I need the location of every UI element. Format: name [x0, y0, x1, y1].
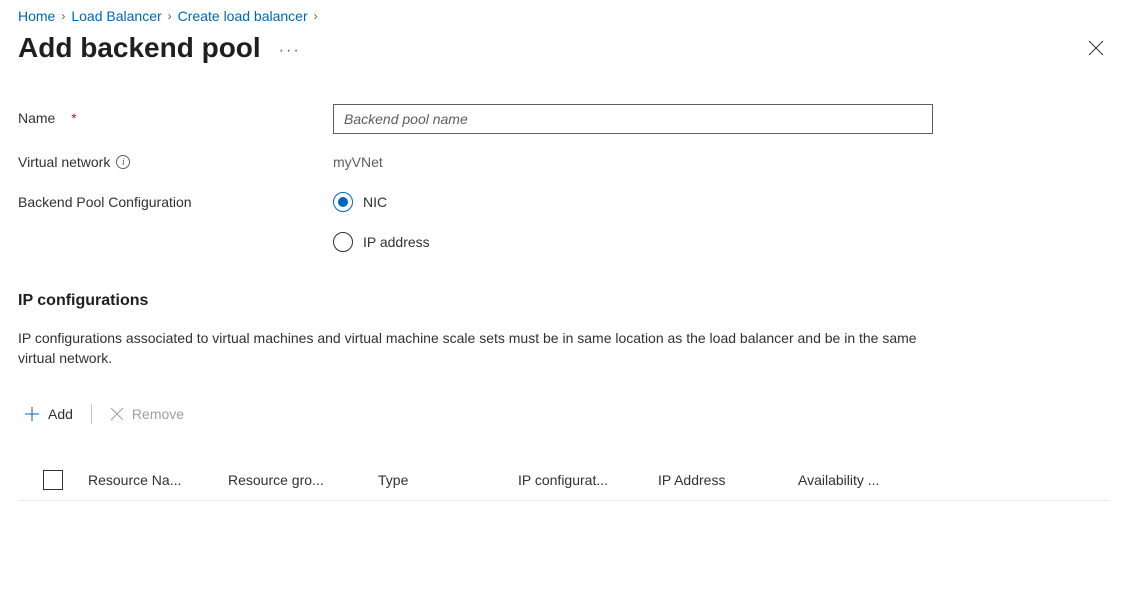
col-ip-address[interactable]: IP Address	[658, 472, 798, 488]
breadcrumb-home[interactable]: Home	[18, 8, 55, 24]
close-icon	[110, 407, 124, 421]
config-label: Backend Pool Configuration	[18, 188, 333, 210]
breadcrumb: Home › Load Balancer › Create load balan…	[18, 8, 1110, 24]
toolbar-divider	[91, 404, 92, 424]
config-radio-nic[interactable]: NIC	[333, 192, 933, 212]
name-label: Name *	[18, 104, 333, 126]
chevron-right-icon: ›	[61, 9, 65, 23]
breadcrumb-create-lb[interactable]: Create load balancer	[178, 8, 308, 24]
info-icon[interactable]: i	[116, 155, 130, 169]
col-resource-group[interactable]: Resource gro...	[228, 472, 378, 488]
vnet-label: Virtual network i	[18, 148, 333, 170]
more-actions-button[interactable]: ···	[279, 36, 301, 60]
close-button[interactable]	[1082, 34, 1110, 62]
config-radio-group: NIC IP address	[333, 188, 933, 252]
col-ip-config[interactable]: IP configurat...	[518, 472, 658, 488]
page-title: Add backend pool	[18, 32, 261, 64]
vnet-value: myVNet	[333, 148, 933, 170]
name-input[interactable]	[333, 104, 933, 134]
page-header: Add backend pool ···	[18, 32, 1110, 64]
radio-icon	[333, 192, 353, 212]
col-availability[interactable]: Availability ...	[798, 472, 948, 488]
chevron-right-icon: ›	[314, 9, 318, 23]
breadcrumb-load-balancer[interactable]: Load Balancer	[71, 8, 161, 24]
col-type[interactable]: Type	[378, 472, 518, 488]
ip-config-table-header: Resource Na... Resource gro... Type IP c…	[18, 460, 1110, 501]
select-all-checkbox[interactable]	[43, 470, 63, 490]
config-radio-ip[interactable]: IP address	[333, 232, 933, 252]
ip-config-toolbar: Add Remove	[18, 404, 1110, 424]
ip-config-section-description: IP configurations associated to virtual …	[18, 328, 938, 368]
ip-config-section-title: IP configurations	[18, 292, 1110, 310]
radio-icon	[333, 232, 353, 252]
close-icon	[1088, 40, 1104, 56]
plus-icon	[24, 406, 40, 422]
remove-button: Remove	[110, 406, 184, 422]
add-button[interactable]: Add	[24, 406, 73, 422]
col-resource-name[interactable]: Resource Na...	[88, 472, 228, 488]
chevron-right-icon: ›	[168, 9, 172, 23]
